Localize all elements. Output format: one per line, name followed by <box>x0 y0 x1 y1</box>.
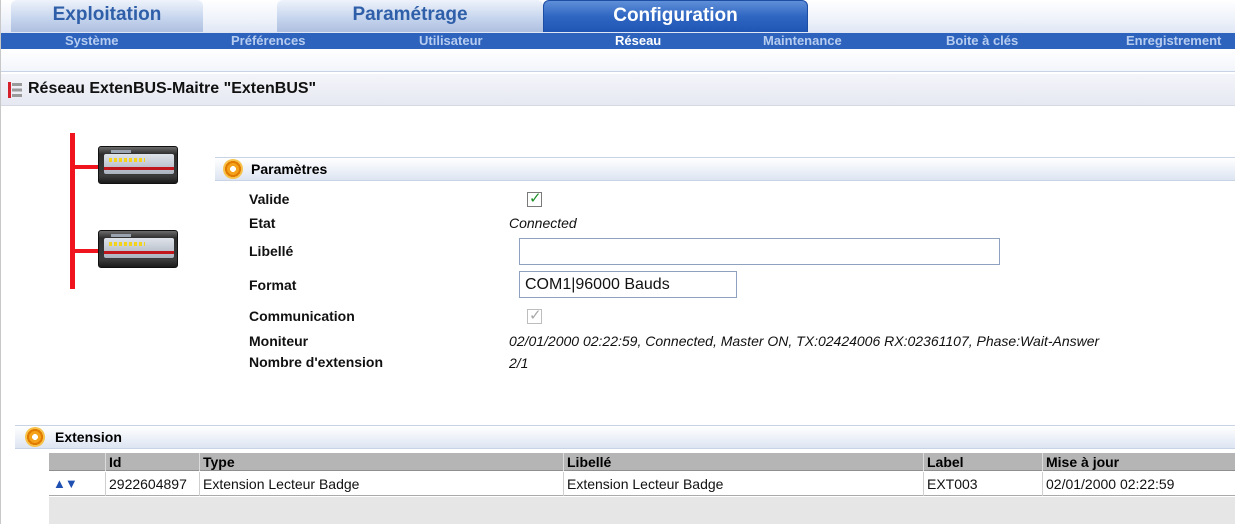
page-title-bar: Réseau ExtenBUS-Maitre "ExtenBUS" <box>1 74 1235 106</box>
extension-section-title: Extension <box>55 429 122 445</box>
communication-label: Communication <box>249 308 355 324</box>
tab-label: Configuration <box>613 5 738 26</box>
nb-extension-value: 2/1 <box>509 355 529 371</box>
extension-device[interactable] <box>98 146 178 184</box>
cell-libelle: Extension Lecteur Badge <box>563 472 723 496</box>
tab-label: Exploitation <box>52 4 162 25</box>
tab-exploitation[interactable]: Exploitation <box>11 0 203 32</box>
bus-branch <box>70 249 99 253</box>
params-section-header: Paramètres <box>215 157 1235 181</box>
extension-device[interactable] <box>98 230 178 268</box>
valide-checkbox[interactable]: ✓ <box>527 190 542 207</box>
check-icon: ✓ <box>529 307 542 324</box>
tab-parametrage[interactable]: Paramétrage <box>277 0 543 32</box>
table-empty-area <box>49 497 1235 524</box>
subnav-boite-a-cles[interactable]: Boite à clés <box>946 33 1018 49</box>
column-header-label[interactable]: Label <box>923 453 964 471</box>
nb-extension-label: Nombre d'extension <box>249 354 384 370</box>
cell-mise-a-jour: 02/01/2000 02:22:59 <box>1042 472 1174 496</box>
extension-table-header: Id Type Libellé Label Mise à jour <box>49 453 1235 471</box>
subnav-utilisateur[interactable]: Utilisateur <box>419 33 483 49</box>
subnav-enregistrement[interactable]: Enregistrement <box>1126 33 1221 49</box>
etat-value: Connected <box>509 215 577 231</box>
moniteur-label: Moniteur <box>249 333 309 349</box>
table-row[interactable]: 2922604897 Extension Lecteur Badge Exten… <box>49 472 1235 496</box>
cell-label: EXT003 <box>923 472 978 496</box>
communication-checkbox: ✓ <box>527 307 542 324</box>
sub-navigation: Système Préférences Utilisateur Réseau M… <box>1 33 1235 72</box>
page-title: Réseau ExtenBUS-Maitre "ExtenBUS" <box>28 80 317 97</box>
gear-icon <box>223 159 243 179</box>
tab-label: Paramétrage <box>352 4 468 25</box>
sort-arrows-icon[interactable]: ▲▼ <box>53 476 78 491</box>
libelle-label: Libellé <box>249 243 294 259</box>
subnav-preferences[interactable]: Préférences <box>231 33 305 49</box>
sub-navigation-spacer <box>1 49 1235 72</box>
bus-branch <box>70 165 99 169</box>
column-header-libelle[interactable]: Libellé <box>563 453 611 471</box>
subnav-systeme[interactable]: Système <box>65 33 118 49</box>
app-window: Exploitation Paramétrage Configuration S… <box>0 0 1235 524</box>
moniteur-value: 02/01/2000 02:22:59, Connected, Master O… <box>509 333 1100 349</box>
params-section-title: Paramètres <box>251 161 328 177</box>
network-tree-icon <box>8 82 22 98</box>
valide-label: Valide <box>249 191 290 207</box>
tab-configuration[interactable]: Configuration <box>543 0 808 32</box>
format-input[interactable] <box>519 271 737 298</box>
sub-navigation-row: Système Préférences Utilisateur Réseau M… <box>1 33 1235 49</box>
libelle-input[interactable] <box>519 238 1000 265</box>
cell-id: 2922604897 <box>105 472 187 496</box>
gear-icon <box>25 427 45 447</box>
subnav-maintenance[interactable]: Maintenance <box>763 33 842 49</box>
main-tab-bar: Exploitation Paramétrage Configuration <box>1 0 1235 33</box>
format-label: Format <box>249 277 297 293</box>
cell-type: Extension Lecteur Badge <box>199 472 359 496</box>
extension-section-header: Extension <box>15 425 1235 449</box>
check-icon: ✓ <box>529 190 542 207</box>
bus-line <box>70 133 75 289</box>
subnav-reseau[interactable]: Réseau <box>615 33 661 49</box>
column-header-id[interactable]: Id <box>105 453 121 471</box>
column-header-type[interactable]: Type <box>199 453 235 471</box>
etat-label: Etat <box>249 215 276 231</box>
column-header-mise-a-jour[interactable]: Mise à jour <box>1042 453 1119 471</box>
